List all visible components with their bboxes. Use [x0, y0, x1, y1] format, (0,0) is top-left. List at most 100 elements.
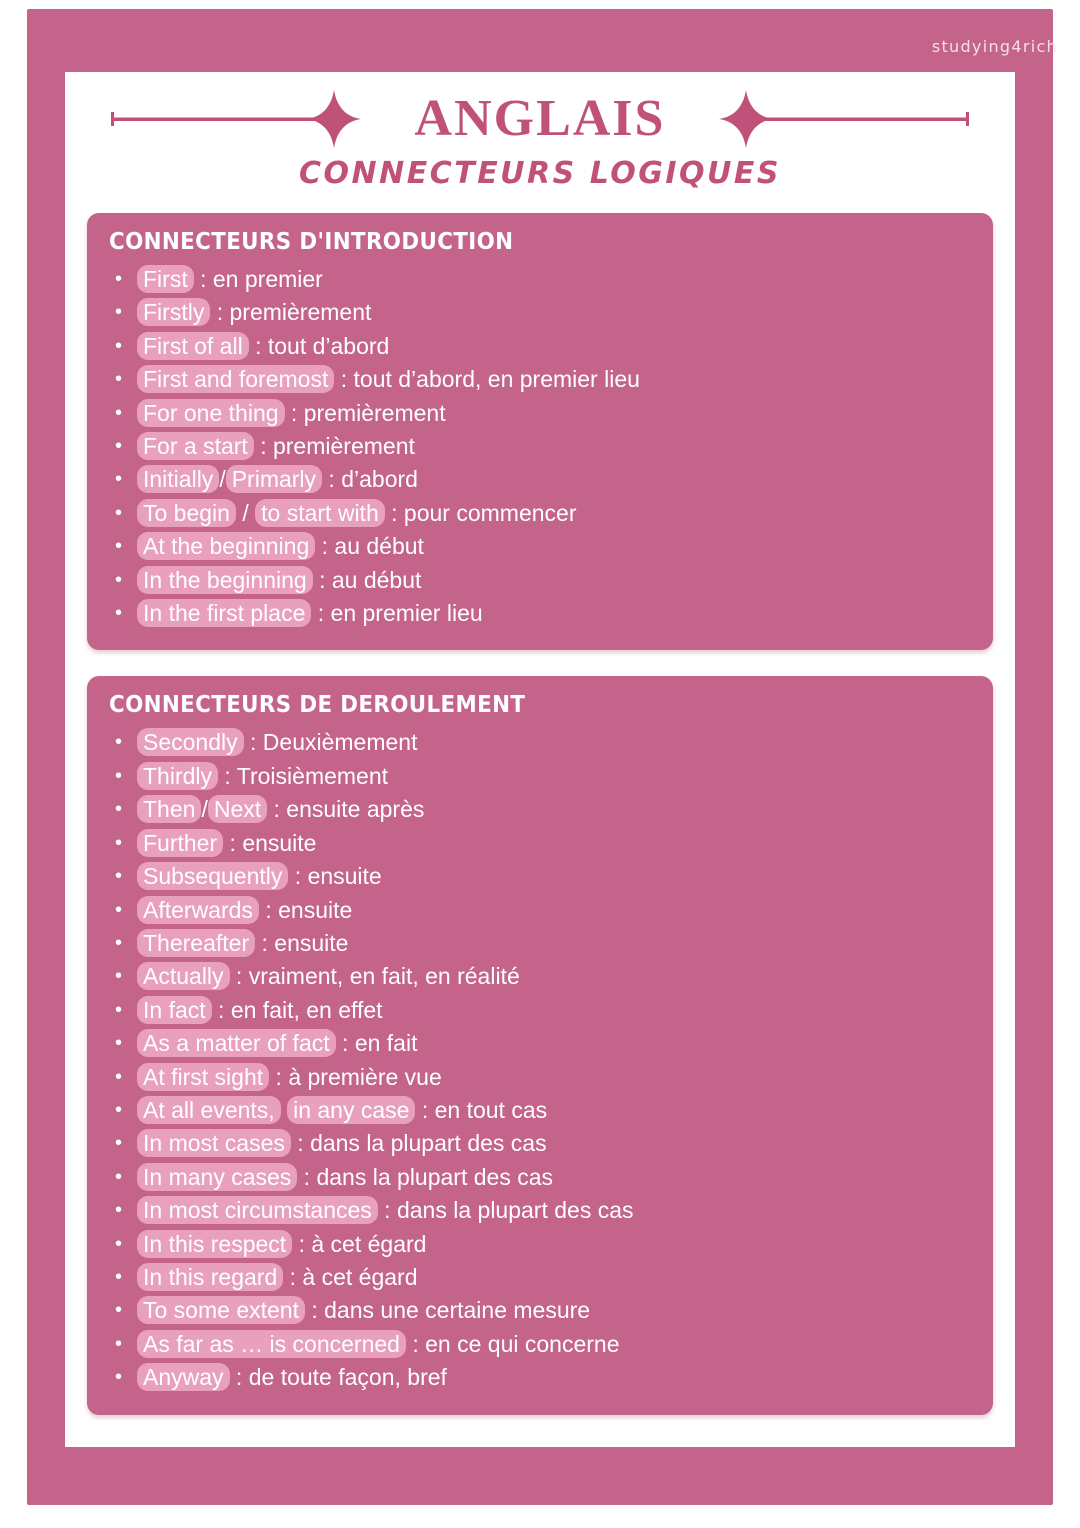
connector-list-item: In this respect : à cet égard	[115, 1228, 971, 1262]
french-translation: premièrement	[272, 433, 415, 460]
english-term: To begin	[137, 498, 236, 527]
connector-list: First : en premierFirstly : premièrement…	[109, 263, 971, 631]
connector-list-item: At all events, in any case : en tout cas	[115, 1094, 971, 1128]
page-subtitle: CONNECTEURS LOGIQUES	[298, 156, 781, 191]
connector-list-item: First : en premier	[115, 263, 971, 297]
line-sparkle-left-icon	[109, 88, 399, 150]
english-term: Further	[137, 828, 224, 857]
connector-list-item: In this regard : à cet égard	[115, 1261, 971, 1295]
connector-list-item: For one thing : premièrement	[115, 397, 971, 431]
french-translation: dans la plupart des cas	[310, 1130, 547, 1157]
colon-separator: :	[315, 533, 335, 560]
colon-separator: :	[267, 796, 287, 823]
connector-list-item: In most circumstances : dans la plupart …	[115, 1194, 971, 1228]
section-title: CONNECTEURS DE DEROULEMENT	[109, 692, 526, 719]
colon-separator: :	[304, 1297, 325, 1324]
english-term: In most circumstances	[137, 1196, 378, 1225]
french-translation: tout d’abord	[267, 332, 390, 359]
english-term: Thirdly	[137, 761, 219, 790]
english-term: For a start	[137, 432, 254, 461]
english-term: At first sight	[137, 1062, 270, 1091]
connector-list-item: Anyway : de toute façon, bref	[115, 1361, 971, 1395]
french-translation: premièrement	[229, 299, 372, 326]
sections-container: CONNECTEURS D'INTRODUCTION First : en pre…	[65, 191, 1015, 1415]
colon-separator: :	[384, 499, 404, 526]
french-translation: vraiment, en fait, en réalité	[248, 963, 520, 990]
colon-separator: :	[258, 896, 279, 923]
french-translation: Troisièmement	[236, 762, 389, 789]
section-card: CONNECTEURS DE DEROULEMENT Secondly : Deu…	[87, 676, 993, 1415]
french-translation: au début	[334, 533, 424, 560]
term-separator: /	[235, 499, 256, 526]
connector-list-item: Secondly : Deuxièmement	[115, 726, 971, 760]
colon-separator: :	[243, 729, 263, 756]
section-title: CONNECTEURS D'INTRODUCTION	[109, 229, 514, 255]
term-separator: /	[219, 466, 226, 493]
colon-separator: :	[297, 1163, 317, 1190]
connector-list-item: At the beginning : au début	[115, 530, 971, 564]
watermark-label: studying4rich	[931, 37, 1058, 56]
colon-separator: :	[223, 829, 243, 856]
connector-list-item: As far as … is concerned : en ce qui con…	[115, 1328, 971, 1362]
colon-separator: :	[405, 1330, 426, 1357]
french-translation: ensuite	[274, 929, 349, 956]
connector-list-item: As a matter of fact : en fait	[115, 1027, 971, 1061]
colon-separator: :	[248, 332, 268, 359]
english-term: At all events,	[137, 1095, 281, 1124]
connector-list-item: Thirdly : Troisièmement	[115, 760, 971, 794]
french-translation: à cet égard	[302, 1263, 418, 1290]
english-term: In fact	[137, 995, 212, 1024]
connector-list-item: Actually : vraiment, en fait, en réalité	[115, 960, 971, 994]
connector-list: Secondly : DeuxièmementThirdly : Troisiè…	[109, 726, 971, 1395]
connector-list-item: Thereafter : ensuite	[115, 927, 971, 961]
connector-list-item: At first sight : à première vue	[115, 1061, 971, 1095]
english-term: In the beginning	[137, 565, 313, 594]
colon-separator: :	[284, 399, 304, 426]
french-translation: en premier lieu	[330, 600, 483, 627]
english-term: Primarly	[225, 465, 323, 494]
colon-separator: :	[311, 600, 331, 627]
french-translation: dans la plupart des cas	[396, 1197, 634, 1224]
colon-separator: :	[218, 762, 237, 789]
colon-separator: :	[334, 366, 354, 393]
english-term: Then	[137, 795, 202, 824]
title-row: ANGLAIS	[65, 88, 1015, 150]
english-term: Secondly	[137, 728, 244, 757]
english-term: First of all	[137, 331, 249, 360]
colon-separator: :	[415, 1096, 435, 1123]
french-translation: ensuite	[278, 896, 353, 923]
english-term: Afterwards	[137, 895, 259, 924]
french-translation: premièrement	[303, 399, 446, 426]
section-card: CONNECTEURS D'INTRODUCTION First : en pre…	[87, 213, 993, 651]
french-translation: à cet égard	[311, 1230, 427, 1257]
english-term: For one thing	[137, 398, 285, 427]
french-translation: en tout cas	[434, 1096, 548, 1123]
french-translation: dans la plupart des cas	[316, 1163, 554, 1190]
english-term: In this respect	[137, 1229, 293, 1258]
colon-separator: :	[255, 929, 275, 956]
english-term: Anyway	[137, 1363, 230, 1392]
colon-separator: :	[211, 996, 231, 1023]
connector-list-item: To begin / to start with : pour commence…	[115, 497, 971, 531]
french-translation: ensuite après	[286, 796, 425, 823]
connector-list-item: For a start : premièrement	[115, 430, 971, 464]
connector-list-item: In most cases : dans la plupart des cas	[115, 1127, 971, 1161]
english-term: Actually	[137, 962, 230, 991]
english-term: to start with	[255, 498, 385, 527]
connector-list-item: In fact : en fait, en effet	[115, 994, 971, 1028]
connector-list-item: Firstly : premièrement	[115, 296, 971, 330]
french-translation: ensuite	[242, 829, 317, 856]
english-term: As far as … is concerned	[137, 1329, 406, 1358]
english-term: Next	[207, 795, 268, 824]
colon-separator: :	[269, 1063, 289, 1090]
colon-separator: :	[229, 963, 249, 990]
page-header: ANGLAIS CONNECTEURS LOGIQUES	[65, 72, 1015, 191]
french-translation: en premier	[212, 266, 323, 292]
french-translation: tout d’abord, en premier lieu	[353, 366, 640, 393]
english-term: In most cases	[137, 1129, 291, 1158]
english-term: In many cases	[137, 1162, 298, 1191]
colon-separator: :	[312, 566, 332, 593]
page-title: ANGLAIS	[414, 90, 666, 147]
english-term: As a matter of fact	[137, 1029, 336, 1058]
english-term: In this regard	[137, 1262, 284, 1291]
